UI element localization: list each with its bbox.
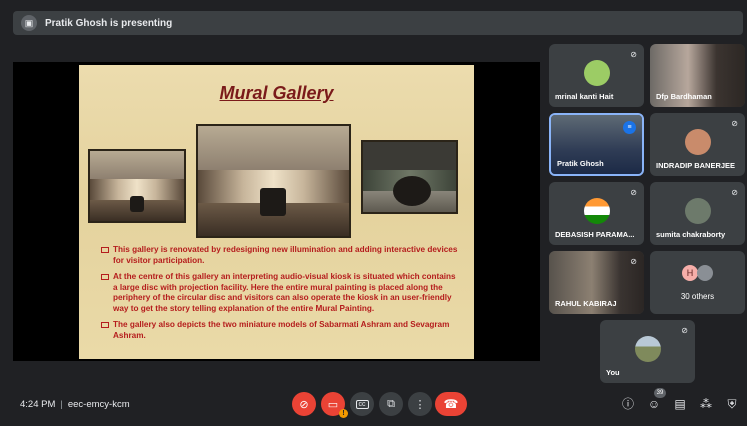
bottom-bar: 4:24 PM | eec-emcy-kcm ⊘ ▭ ! cc ⧉ ⋮ ☎ ⓘ ☺ … <box>0 388 747 426</box>
microphone-toggle-button[interactable]: ⊘ <box>292 392 316 416</box>
more-options-button[interactable]: ⋮ <box>408 392 432 416</box>
participant-name: mrinal kanti Hait <box>555 92 614 101</box>
camera-off-icon: ▭ <box>327 398 339 411</box>
mic-off-icon: ⊘ <box>731 188 738 197</box>
presenting-label: Pratik Ghosh is presenting <box>45 17 173 29</box>
others-tile[interactable]: H 30 others <box>650 251 745 314</box>
participant-name: RAHUL KABIRAJ <box>555 299 617 308</box>
participant-tile-active[interactable]: ≡ Pratik Ghosh <box>549 113 644 176</box>
warning-icon: ! <box>339 409 348 418</box>
activities-button[interactable]: ⁂ <box>698 396 714 412</box>
chat-button[interactable]: ▤ <box>672 396 688 412</box>
mic-off-icon: ⊘ <box>630 50 637 59</box>
participant-tile[interactable]: ⊘ INDRADIP BANERJEE <box>650 113 745 176</box>
captions-icon: cc <box>355 399 369 409</box>
people-count-badge: 39 <box>654 388 666 398</box>
participant-name: You <box>606 368 620 377</box>
slide-bullets: This gallery is renovated by redesigning… <box>101 245 460 347</box>
avatar: H <box>682 265 698 281</box>
people-icon: ☺ <box>647 397 661 411</box>
list-item: At the centre of this gallery an interpr… <box>101 272 460 314</box>
mic-off-icon: ⊘ <box>299 398 309 411</box>
more-vert-icon: ⋮ <box>414 398 426 411</box>
participant-tile[interactable]: ⊘ mrinal kanti Hait <box>549 44 644 107</box>
end-call-button[interactable]: ☎ <box>435 392 467 416</box>
camera-toggle-button[interactable]: ▭ ! <box>321 392 348 418</box>
captions-button[interactable]: cc <box>350 392 374 416</box>
participant-name: INDRADIP BANERJEE <box>656 161 736 170</box>
slide: Mural Gallery This gallery is renovated … <box>79 65 474 359</box>
participant-tile[interactable]: Dfp Bardhaman <box>650 44 745 107</box>
chat-icon: ▤ <box>674 397 686 411</box>
present-button[interactable]: ⧉ <box>379 392 403 416</box>
info-icon: ⓘ <box>621 397 634 411</box>
presenting-banner: ▣ Pratik Ghosh is presenting <box>13 11 743 35</box>
present-icon: ⧉ <box>387 397 395 410</box>
host-controls-button[interactable]: ⛨ <box>724 396 740 412</box>
shield-icon: ⛨ <box>727 397 737 411</box>
mic-off-icon: ⊘ <box>681 326 688 335</box>
self-tile[interactable]: ⊘ You <box>600 320 695 383</box>
meeting-code: eec-emcy-kcm <box>67 399 130 410</box>
participant-name: Dfp Bardhaman <box>656 92 712 101</box>
list-item: This gallery is renovated by redesigning… <box>101 245 460 266</box>
avatar <box>583 198 610 224</box>
avatar <box>583 60 610 86</box>
list-item: The gallery also depicts the two miniatu… <box>101 320 460 341</box>
end-call-icon: ☎ <box>443 397 459 411</box>
meeting-details-button[interactable]: ⓘ <box>620 396 636 412</box>
mic-off-icon: ⊘ <box>630 257 637 266</box>
avatar <box>634 336 661 362</box>
meeting-info: 4:24 PM | eec-emcy-kcm <box>20 399 130 410</box>
avatar <box>684 129 711 155</box>
avatar <box>684 198 711 224</box>
participant-name: sumita chakraborty <box>656 230 726 239</box>
meeting-time: 4:24 PM <box>20 399 56 410</box>
participant-name: Pratik Ghosh <box>557 159 604 168</box>
gallery-photo-left <box>88 149 186 223</box>
participant-tile[interactable]: ⊘ DEBASISH PARAMA... <box>549 182 644 245</box>
gallery-photo-right <box>361 140 458 214</box>
presentation-stage[interactable]: Mural Gallery This gallery is renovated … <box>13 62 540 361</box>
mic-off-icon: ⊘ <box>630 188 637 197</box>
activities-icon: ⁂ <box>700 397 712 411</box>
avatar <box>697 265 713 281</box>
participant-name: 30 others <box>680 292 715 301</box>
participant-name: DEBASISH PARAMA... <box>555 230 635 239</box>
participant-tile[interactable]: ⊘ RAHUL KABIRAJ <box>549 251 644 314</box>
participant-tile[interactable]: ⊘ sumita chakraborty <box>650 182 745 245</box>
presentation-icon: ▣ <box>21 15 37 31</box>
gallery-photo-center <box>196 124 351 238</box>
mic-off-icon: ⊘ <box>731 119 738 128</box>
speaking-indicator-icon: ≡ <box>623 121 636 134</box>
people-button[interactable]: ☺ 39 <box>646 388 666 412</box>
slide-title: Mural Gallery <box>219 83 334 103</box>
